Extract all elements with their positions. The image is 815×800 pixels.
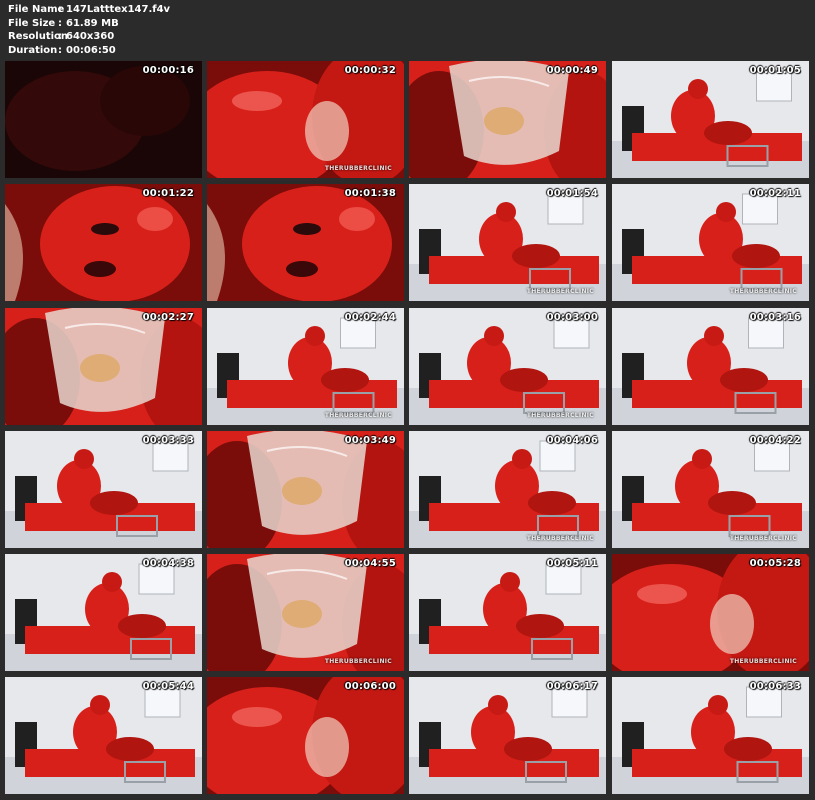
watermark-logo: THERUBBERCLINIC: [526, 288, 594, 295]
video-thumbnail[interactable]: 00:05:44: [5, 677, 202, 794]
thumbnail-frame-image: [409, 308, 606, 425]
watermark-logo: THERUBBERCLINIC: [729, 535, 797, 542]
timestamp-label: 00:03:00: [546, 312, 598, 323]
video-thumbnail[interactable]: 00:01:22: [5, 184, 202, 301]
watermark-logo: THERUBBERCLINIC: [729, 288, 797, 295]
timestamp-label: 00:01:05: [749, 65, 801, 76]
thumbnail-frame-image: [207, 308, 404, 425]
thumbnail-frame-image: [612, 677, 809, 794]
thumbnail-frame-image: [5, 184, 202, 301]
thumbnail-frame-image: [612, 184, 809, 301]
timestamp-label: 00:05:28: [749, 558, 801, 569]
thumbnail-frame-image: [612, 554, 809, 671]
watermark-logo: THERUBBERCLINIC: [324, 165, 392, 172]
thumbnail-frame-image: [207, 677, 404, 794]
video-thumbnail[interactable]: 00:04:38: [5, 554, 202, 671]
thumbnail-grid: 00:00:16 00:00:32 THERUBBERCLINIC 00:00:49 0…: [0, 0, 815, 800]
watermark-logo: THERUBBERCLINIC: [729, 658, 797, 665]
thumbnail-frame-image: [207, 61, 404, 178]
thumbnail-frame-image: [409, 61, 606, 178]
video-thumbnail[interactable]: 00:00:49: [409, 61, 606, 178]
video-thumbnail[interactable]: 00:06:00: [207, 677, 404, 794]
timestamp-label: 00:05:44: [142, 681, 194, 692]
thumbnail-frame-image: [5, 308, 202, 425]
watermark-logo: THERUBBERCLINIC: [324, 412, 392, 419]
timestamp-label: 00:03:49: [344, 435, 396, 446]
thumbnail-frame-image: [612, 61, 809, 178]
video-thumbnail[interactable]: 00:01:38: [207, 184, 404, 301]
watermark-logo: THERUBBERCLINIC: [324, 658, 392, 665]
video-thumbnail[interactable]: 00:05:28 THERUBBERCLINIC: [612, 554, 809, 671]
thumbnail-frame-image: [612, 308, 809, 425]
video-thumbnail[interactable]: 00:06:17: [409, 677, 606, 794]
video-thumbnail[interactable]: 00:03:49: [207, 431, 404, 548]
timestamp-label: 00:04:06: [546, 435, 598, 446]
timestamp-label: 00:06:33: [749, 681, 801, 692]
watermark-logo: THERUBBERCLINIC: [526, 412, 594, 419]
video-thumbnail[interactable]: 00:04:06 THERUBBERCLINIC: [409, 431, 606, 548]
video-thumbnail[interactable]: 00:03:33: [5, 431, 202, 548]
video-thumbnail[interactable]: 00:06:33: [612, 677, 809, 794]
video-thumbnail[interactable]: 00:00:16: [5, 61, 202, 178]
timestamp-label: 00:04:22: [749, 435, 801, 446]
timestamp-label: 00:06:17: [546, 681, 598, 692]
video-thumbnail[interactable]: 00:03:00 THERUBBERCLINIC: [409, 308, 606, 425]
timestamp-label: 00:04:55: [344, 558, 396, 569]
timestamp-label: 00:01:22: [142, 188, 194, 199]
video-thumbnail[interactable]: 00:03:16: [612, 308, 809, 425]
timestamp-label: 00:01:38: [344, 188, 396, 199]
thumbnail-frame-image: [5, 554, 202, 671]
timestamp-label: 00:00:49: [546, 65, 598, 76]
video-thumbnail[interactable]: 00:00:32 THERUBBERCLINIC: [207, 61, 404, 178]
timestamp-label: 00:06:00: [344, 681, 396, 692]
thumbnail-frame-image: [5, 677, 202, 794]
timestamp-label: 00:03:33: [142, 435, 194, 446]
thumbnail-frame-image: [207, 431, 404, 548]
video-thumbnail[interactable]: 00:05:11: [409, 554, 606, 671]
thumbnail-frame-image: [207, 184, 404, 301]
video-thumbnail[interactable]: 00:02:27: [5, 308, 202, 425]
timestamp-label: 00:04:38: [142, 558, 194, 569]
timestamp-label: 00:05:11: [546, 558, 598, 569]
timestamp-label: 00:02:11: [749, 188, 801, 199]
video-thumbnail[interactable]: 00:01:05: [612, 61, 809, 178]
thumbnail-frame-image: [5, 431, 202, 548]
timestamp-label: 00:02:27: [142, 312, 194, 323]
timestamp-label: 00:00:32: [344, 65, 396, 76]
timestamp-label: 00:03:16: [749, 312, 801, 323]
thumbnail-frame-image: [409, 554, 606, 671]
thumbnail-frame-image: [409, 431, 606, 548]
thumbnail-frame-image: [409, 677, 606, 794]
timestamp-label: 00:01:54: [546, 188, 598, 199]
timestamp-label: 00:00:16: [142, 65, 194, 76]
thumbnail-frame-image: [5, 61, 202, 178]
thumbnail-frame-image: [409, 184, 606, 301]
watermark-logo: THERUBBERCLINIC: [526, 535, 594, 542]
thumbnail-frame-image: [207, 554, 404, 671]
video-thumbnail[interactable]: 00:02:11 THERUBBERCLINIC: [612, 184, 809, 301]
video-thumbnail[interactable]: 00:02:44 THERUBBERCLINIC: [207, 308, 404, 425]
video-thumbnail[interactable]: 00:01:54 THERUBBERCLINIC: [409, 184, 606, 301]
thumbnail-frame-image: [612, 431, 809, 548]
video-thumbnail[interactable]: 00:04:55 THERUBBERCLINIC: [207, 554, 404, 671]
timestamp-label: 00:02:44: [344, 312, 396, 323]
video-thumbnail[interactable]: 00:04:22 THERUBBERCLINIC: [612, 431, 809, 548]
